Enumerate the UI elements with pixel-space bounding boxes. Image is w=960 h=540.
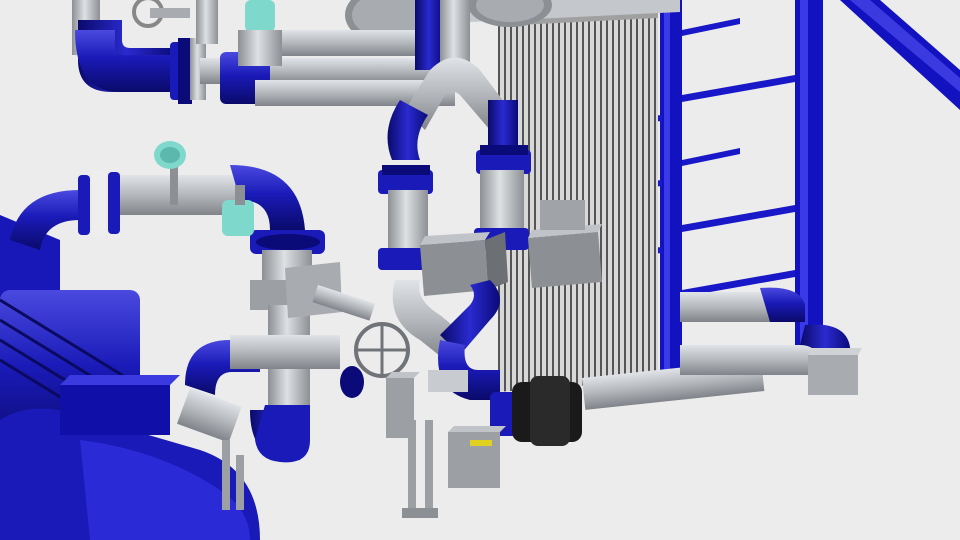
- cad-viewport: [0, 0, 960, 540]
- piping-assembly-render: [0, 0, 960, 540]
